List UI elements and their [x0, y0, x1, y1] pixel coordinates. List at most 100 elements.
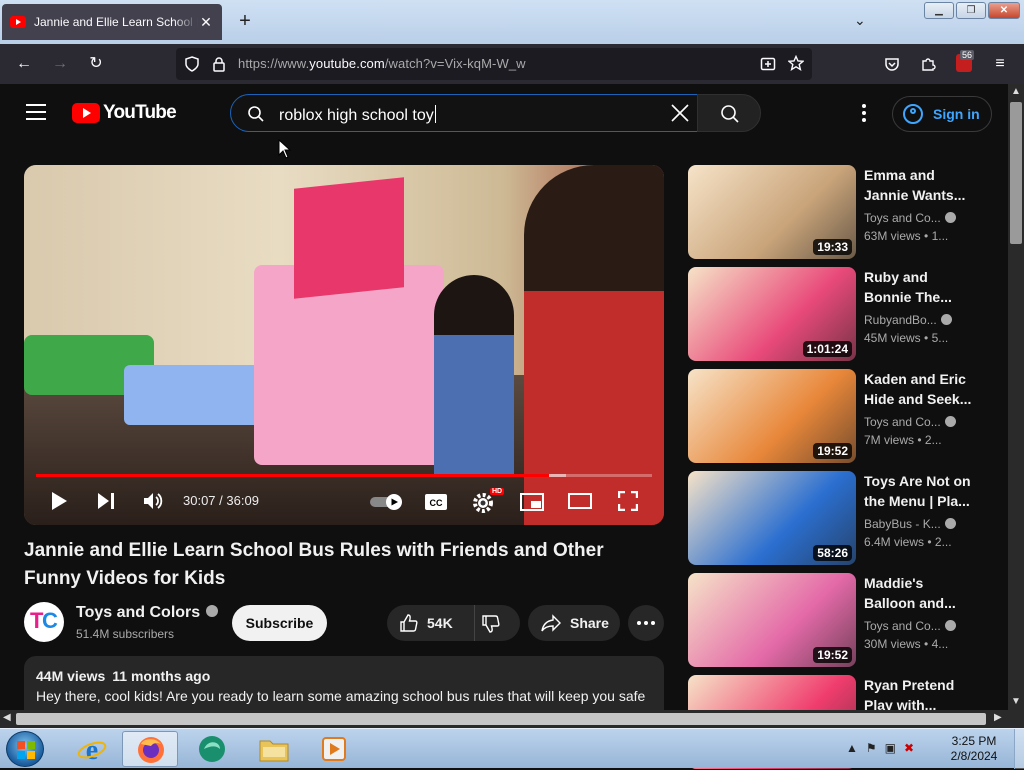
- scroll-up-arrow-icon[interactable]: ▲: [1011, 86, 1021, 97]
- play-icon[interactable]: [50, 491, 68, 511]
- hamburger-menu-icon[interactable]: [26, 104, 46, 120]
- folder-icon: [259, 740, 289, 762]
- verified-badge-icon: [206, 605, 219, 617]
- video-thumbnail[interactable]: 1:01:24: [688, 267, 856, 361]
- recommendation-title[interactable]: Toys Are Not on the Menu | Pla...: [864, 471, 974, 511]
- recommendation-meta: 45M views • 5...: [864, 331, 949, 345]
- scroll-left-arrow-icon[interactable]: ◀: [3, 712, 11, 723]
- recommendation-channel[interactable]: Toys and Co...: [864, 619, 956, 633]
- video-thumbnail[interactable]: 19:52: [688, 369, 856, 463]
- scroll-down-arrow-icon[interactable]: ▼: [1011, 696, 1021, 707]
- subscribe-button[interactable]: Subscribe: [232, 605, 327, 641]
- ublock-extension-icon[interactable]: 56: [956, 50, 975, 72]
- clear-search-icon[interactable]: [669, 102, 691, 124]
- list-all-tabs-chevron-icon[interactable]: ⌄: [854, 12, 866, 29]
- start-button[interactable]: [6, 731, 44, 767]
- window-close-button[interactable]: ✕: [988, 2, 1020, 19]
- video-thumbnail[interactable]: 19:33: [688, 165, 856, 259]
- scroll-right-arrow-icon[interactable]: ▶: [994, 712, 1002, 723]
- recommendation-item[interactable]: 19:52 Kaden and Eric Hide and Seek... Toys…: [688, 369, 988, 464]
- youtube-header: YouTube roblox high school toy Sign in: [0, 84, 1008, 142]
- video-player[interactable]: 30:07 / 36:09 CC HD: [24, 165, 664, 525]
- vertical-scroll-thumb[interactable]: [1010, 102, 1022, 244]
- recommendation-item[interactable]: 1:01:24 Ruby and Bonnie The... RubyandBo..…: [688, 267, 988, 362]
- channel-avatar[interactable]: TC: [24, 602, 64, 642]
- horizontal-scrollbar[interactable]: ◀ ▶: [0, 710, 1008, 728]
- search-query[interactable]: roblox high school toy: [279, 105, 436, 125]
- shield-icon[interactable]: [184, 56, 200, 72]
- app-menu-icon[interactable]: ≡: [990, 54, 1010, 74]
- lock-icon[interactable]: [212, 56, 226, 72]
- recommendation-title[interactable]: Ruby and Bonnie The...: [864, 267, 974, 307]
- vertical-scrollbar[interactable]: ▲ ▼: [1008, 84, 1024, 710]
- video-frame-person: [524, 165, 664, 525]
- recommendation-title[interactable]: Ryan Pretend Play with...: [864, 675, 974, 715]
- reload-icon[interactable]: ↻: [86, 54, 106, 74]
- reader-view-icon[interactable]: [760, 56, 776, 72]
- theater-mode-icon[interactable]: [568, 493, 592, 509]
- recommendation-channel[interactable]: Toys and Co...: [864, 415, 956, 429]
- show-hidden-icons-icon[interactable]: ▲: [846, 741, 858, 755]
- back-arrow-icon[interactable]: ←: [14, 54, 34, 74]
- taskbar-app-globe[interactable]: [184, 731, 240, 767]
- taskbar-internet-explorer[interactable]: e: [64, 731, 120, 767]
- bookmark-star-icon[interactable]: [788, 55, 804, 71]
- captions-icon[interactable]: CC: [424, 493, 448, 511]
- taskbar-media-player[interactable]: [308, 731, 364, 767]
- video-thumbnail[interactable]: 58:26: [688, 471, 856, 565]
- pocket-icon[interactable]: [884, 56, 900, 72]
- browser-tab[interactable]: Jannie and Ellie Learn School Bus Rules …: [2, 4, 222, 40]
- taskbar-file-explorer[interactable]: [246, 731, 302, 767]
- video-duration: 1:01:24: [802, 341, 852, 357]
- maximize-button[interactable]: ❐: [956, 2, 986, 19]
- recommendation-item[interactable]: 19:52 Maddie's Balloon and... Toys and Co.…: [688, 573, 988, 668]
- recommendation-title[interactable]: Kaden and Eric Hide and Seek...: [864, 369, 974, 409]
- recommendation-item[interactable]: 19:33 Emma and Jannie Wants... Toys and Co…: [688, 165, 988, 260]
- windows-taskbar: e ▲ ⚑ ▣ ✖ 3:25 PM 2/8/2024: [0, 728, 1024, 769]
- taskbar-firefox[interactable]: [122, 731, 178, 767]
- svg-text:e: e: [86, 735, 98, 765]
- video-frame-toy-bus: [254, 265, 444, 465]
- tab-close-icon[interactable]: ✕: [198, 14, 214, 31]
- browser-tab-bar: Jannie and Ellie Learn School Bus Rules …: [0, 0, 1024, 44]
- next-video-icon[interactable]: [96, 491, 116, 511]
- extensions-puzzle-icon[interactable]: [920, 56, 936, 72]
- miniplayer-icon[interactable]: [520, 493, 544, 511]
- network-icon[interactable]: ▣: [885, 741, 896, 755]
- video-thumbnail[interactable]: 19:52: [688, 573, 856, 667]
- new-tab-button[interactable]: +: [234, 10, 256, 32]
- action-center-flag-icon[interactable]: ⚑: [866, 741, 877, 755]
- youtube-logo[interactable]: YouTube: [72, 102, 177, 124]
- url-text[interactable]: https://www.youtube.com/watch?v=Vix-kqM-…: [238, 56, 526, 71]
- fullscreen-icon[interactable]: [618, 491, 638, 511]
- channel-name[interactable]: Toys and Colors: [76, 604, 219, 622]
- scrollbar-corner: [1008, 710, 1024, 728]
- share-button[interactable]: Share: [528, 605, 620, 641]
- volume-icon[interactable]: [142, 491, 164, 511]
- thumbs-down-icon[interactable]: [481, 614, 501, 634]
- video-progress-bar[interactable]: [36, 474, 652, 477]
- system-clock[interactable]: 3:25 PM 2/8/2024: [944, 734, 1004, 764]
- address-bar[interactable]: https://www.youtube.com/watch?v=Vix-kqM-…: [176, 48, 812, 80]
- recommendation-channel[interactable]: BabyBus - K...: [864, 517, 956, 531]
- recommendation-item[interactable]: 58:26 Toys Are Not on the Menu | Pla... Ba…: [688, 471, 988, 566]
- horizontal-scroll-thumb[interactable]: [16, 713, 986, 725]
- volume-muted-icon[interactable]: ✖: [904, 741, 914, 755]
- minimize-button[interactable]: ▁: [924, 2, 954, 19]
- forward-arrow-icon[interactable]: →: [50, 54, 70, 74]
- recommendation-channel[interactable]: RubyandBo...: [864, 313, 952, 327]
- sign-in-button[interactable]: Sign in: [892, 96, 992, 132]
- description-box[interactable]: 44M views 11 months ago Hey there, cool k…: [24, 656, 664, 716]
- recommendation-title[interactable]: Emma and Jannie Wants...: [864, 165, 974, 205]
- recommendation-channel[interactable]: Toys and Co...: [864, 211, 956, 225]
- search-button[interactable]: [697, 94, 761, 132]
- more-options-icon[interactable]: [860, 104, 868, 122]
- recommendation-meta: 6.4M views • 2...: [864, 535, 952, 549]
- search-input[interactable]: roblox high school toy: [230, 94, 698, 132]
- recommendation-title[interactable]: Maddie's Balloon and...: [864, 573, 974, 613]
- more-actions-button[interactable]: [628, 605, 664, 641]
- like-button[interactable]: 54K: [387, 605, 475, 641]
- show-desktop-button[interactable]: [1014, 729, 1024, 769]
- autoplay-toggle[interactable]: [368, 493, 404, 511]
- video-frame-toy-bus-top: [294, 177, 404, 299]
